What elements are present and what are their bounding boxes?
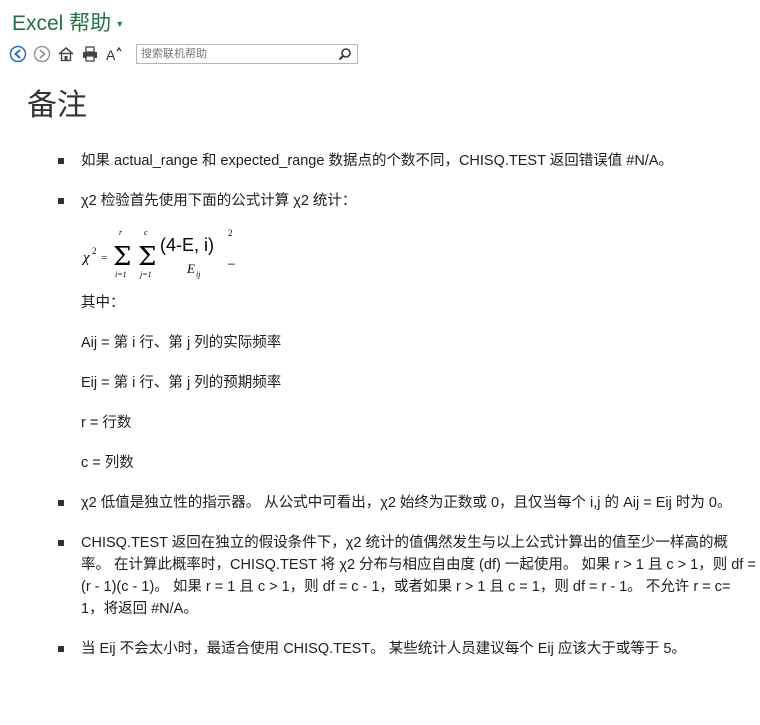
- formula-numerator: (4-E, i): [160, 235, 214, 255]
- bullet-icon: [58, 500, 64, 506]
- remarks-list: 如果 actual_range 和 expected_range 数据点的个数不…: [56, 150, 756, 678]
- chi-square-formula: χ 2 = r Σ i=1 c Σ j=1 (4-E, i) 2 E ij _: [81, 224, 756, 286]
- title-dropdown-icon[interactable]: ▾: [117, 19, 122, 30]
- app-title: Excel 帮助: [12, 12, 112, 35]
- sum1-upper: r: [119, 228, 123, 237]
- list-item-text: 如果 actual_range 和 expected_range 数据点的个数不…: [81, 153, 673, 169]
- bullet-icon: [58, 158, 64, 164]
- definition-r: r = 行数: [81, 415, 132, 431]
- sum2-lower: j=1: [139, 270, 152, 279]
- back-arrow-icon[interactable]: [8, 44, 28, 64]
- sum2-upper: c: [144, 228, 148, 237]
- formula-denominator-sub: ij: [196, 270, 201, 279]
- bullet-icon: [58, 646, 64, 652]
- formula-denominator: E: [186, 261, 195, 276]
- sum2-sigma: Σ: [138, 242, 156, 272]
- list-item-text: χ2 检验首先使用下面的公式计算 χ2 统计：: [81, 193, 357, 209]
- sum1-sigma: Σ: [113, 242, 131, 272]
- font-size-letter: A: [106, 47, 116, 63]
- search-icon[interactable]: [333, 45, 357, 63]
- definition-aij: Aij = 第 i 行、第 j 列的实际频率: [81, 335, 282, 351]
- bullet-icon: [58, 540, 64, 546]
- formula-equals: =: [101, 252, 107, 264]
- printer-icon[interactable]: [80, 44, 100, 64]
- formula-lhs-exponent: 2: [92, 246, 97, 256]
- list-item: 如果 actual_range 和 expected_range 数据点的个数不…: [56, 150, 756, 172]
- title-bar: Excel 帮助 ▾: [12, 8, 122, 36]
- forward-arrow-icon[interactable]: [32, 44, 52, 64]
- search-box[interactable]: [136, 44, 358, 64]
- list-item-text: CHISQ.TEST 返回在独立的假设条件下，χ2 统计的值偶然发生与以上公式计…: [81, 535, 756, 617]
- bullet-icon: [58, 198, 64, 204]
- formula-trailing: _: [227, 251, 235, 265]
- sum1-lower: i=1: [115, 270, 127, 279]
- help-toolbar: A: [8, 42, 358, 66]
- list-item-text: χ2 低值是独立性的指示器。 从公式中可看出，χ2 始终为正数或 0，且仅当每个…: [81, 495, 732, 511]
- list-item: 当 Eij 不会太小时，最适合使用 CHISQ.TEST。 某些统计人员建议每个…: [56, 638, 756, 660]
- definition-eij: Eij = 第 i 行、第 j 列的预期频率: [81, 375, 282, 391]
- home-icon[interactable]: [56, 44, 76, 64]
- list-item: χ2 检验首先使用下面的公式计算 χ2 统计： χ 2 = r Σ i=1 c …: [56, 190, 756, 474]
- formula-lhs: χ: [81, 250, 90, 266]
- section-heading: 备注: [27, 89, 87, 122]
- where-label: 其中：: [81, 295, 125, 311]
- search-input[interactable]: [137, 46, 334, 62]
- list-item: χ2 低值是独立性的指示器。 从公式中可看出，χ2 始终为正数或 0，且仅当每个…: [56, 492, 756, 514]
- list-item: CHISQ.TEST 返回在独立的假设条件下，χ2 统计的值偶然发生与以上公式计…: [56, 532, 756, 620]
- font-size-icon[interactable]: A: [104, 44, 124, 64]
- definition-c: c = 列数: [81, 455, 134, 471]
- formula-numerator-exponent: 2: [228, 228, 233, 238]
- list-item-text: 当 Eij 不会太小时，最适合使用 CHISQ.TEST。 某些统计人员建议每个…: [81, 641, 686, 657]
